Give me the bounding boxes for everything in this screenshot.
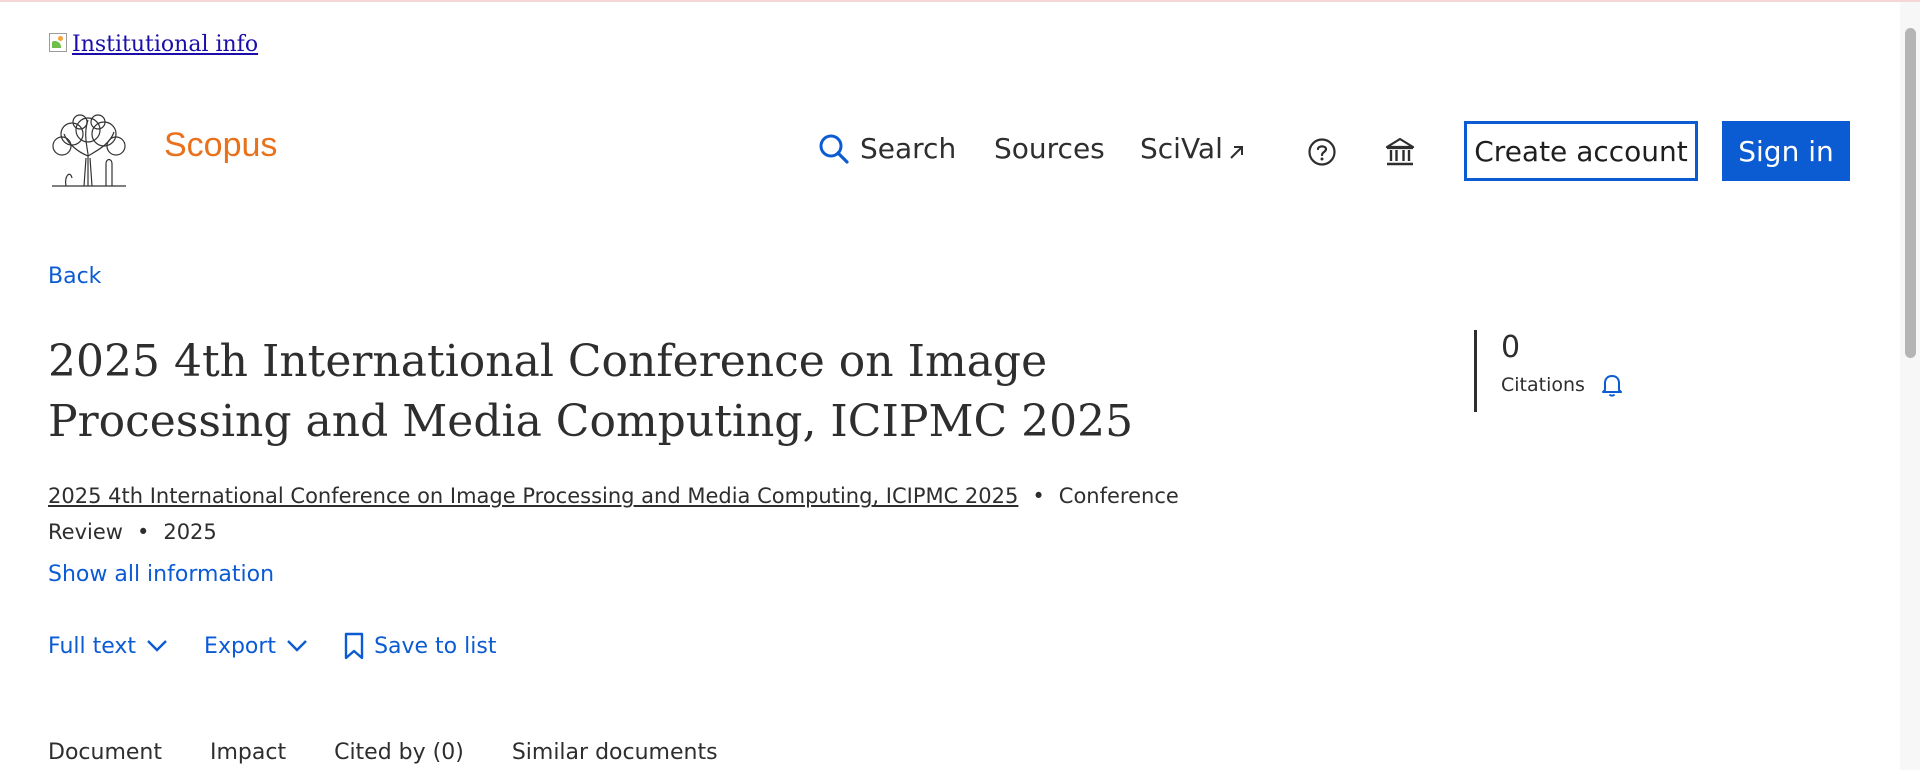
citations-count: 0 <box>1501 330 1521 365</box>
citations-label-row: Citations <box>1501 372 1625 398</box>
bookmark-icon <box>344 632 364 660</box>
show-all-information-link[interactable]: Show all information <box>48 562 274 587</box>
export-dropdown[interactable]: Export <box>204 634 308 659</box>
citations-label: Citations <box>1501 374 1585 396</box>
nav-search-label: Search <box>860 132 957 165</box>
institution-button[interactable] <box>1380 132 1420 172</box>
chevron-down-icon <box>147 640 167 652</box>
tab-cited-by[interactable]: Cited by (0) <box>334 740 464 765</box>
document-meta: 2025 4th International Conference on Ima… <box>48 478 1198 550</box>
citations-metric: 0 Citations <box>1474 330 1625 412</box>
create-account-button[interactable]: Create account <box>1464 121 1698 181</box>
source-title-link[interactable]: 2025 4th International Conference on Ima… <box>48 484 1018 508</box>
question-circle-icon <box>1308 138 1336 166</box>
save-to-list-label: Save to list <box>374 633 497 659</box>
nav-sources[interactable]: Sources <box>994 132 1105 165</box>
search-icon <box>819 134 849 164</box>
help-button[interactable] <box>1302 132 1342 172</box>
full-text-dropdown[interactable]: Full text <box>48 634 168 659</box>
document-tabs: Document Impact Cited by (0) Similar doc… <box>48 740 766 765</box>
elsevier-tree-logo[interactable] <box>48 114 130 188</box>
nav-scival[interactable]: SciVal <box>1140 132 1247 165</box>
document-title: 2025 4th International Conference on Ima… <box>48 336 1134 447</box>
broken-image-icon <box>48 32 68 54</box>
scopus-brand[interactable]: Scopus <box>164 126 277 165</box>
tab-document[interactable]: Document <box>48 740 162 765</box>
external-link-icon <box>1230 145 1243 159</box>
export-label: Export <box>204 633 277 659</box>
tab-impact[interactable]: Impact <box>210 740 286 765</box>
sign-in-button[interactable]: Sign in <box>1722 121 1850 181</box>
institutional-info-text: Institutional info <box>72 32 259 57</box>
site-header: Scopus Search Sources SciVal Create acco… <box>0 114 1920 192</box>
bell-icon[interactable] <box>1599 372 1625 398</box>
institution-icon <box>1385 137 1415 166</box>
page-scrollbar[interactable] <box>1900 2 1920 770</box>
meta-separator: • <box>136 520 150 544</box>
meta-separator: • <box>1032 484 1045 508</box>
tab-similar-documents[interactable]: Similar documents <box>512 740 718 765</box>
chevron-down-icon <box>287 640 307 652</box>
back-link[interactable]: Back <box>48 264 101 289</box>
nav-search[interactable]: Search <box>818 132 956 165</box>
institutional-info-link[interactable]: Institutional info <box>48 32 258 57</box>
scrollbar-thumb[interactable] <box>1905 28 1916 358</box>
full-text-label: Full text <box>48 633 137 659</box>
document-actions: Full text Export Save to list <box>48 632 532 660</box>
publication-year: 2025 <box>163 520 217 544</box>
nav-scival-label: SciVal <box>1140 132 1223 165</box>
save-to-list-button[interactable]: Save to list <box>344 632 496 660</box>
